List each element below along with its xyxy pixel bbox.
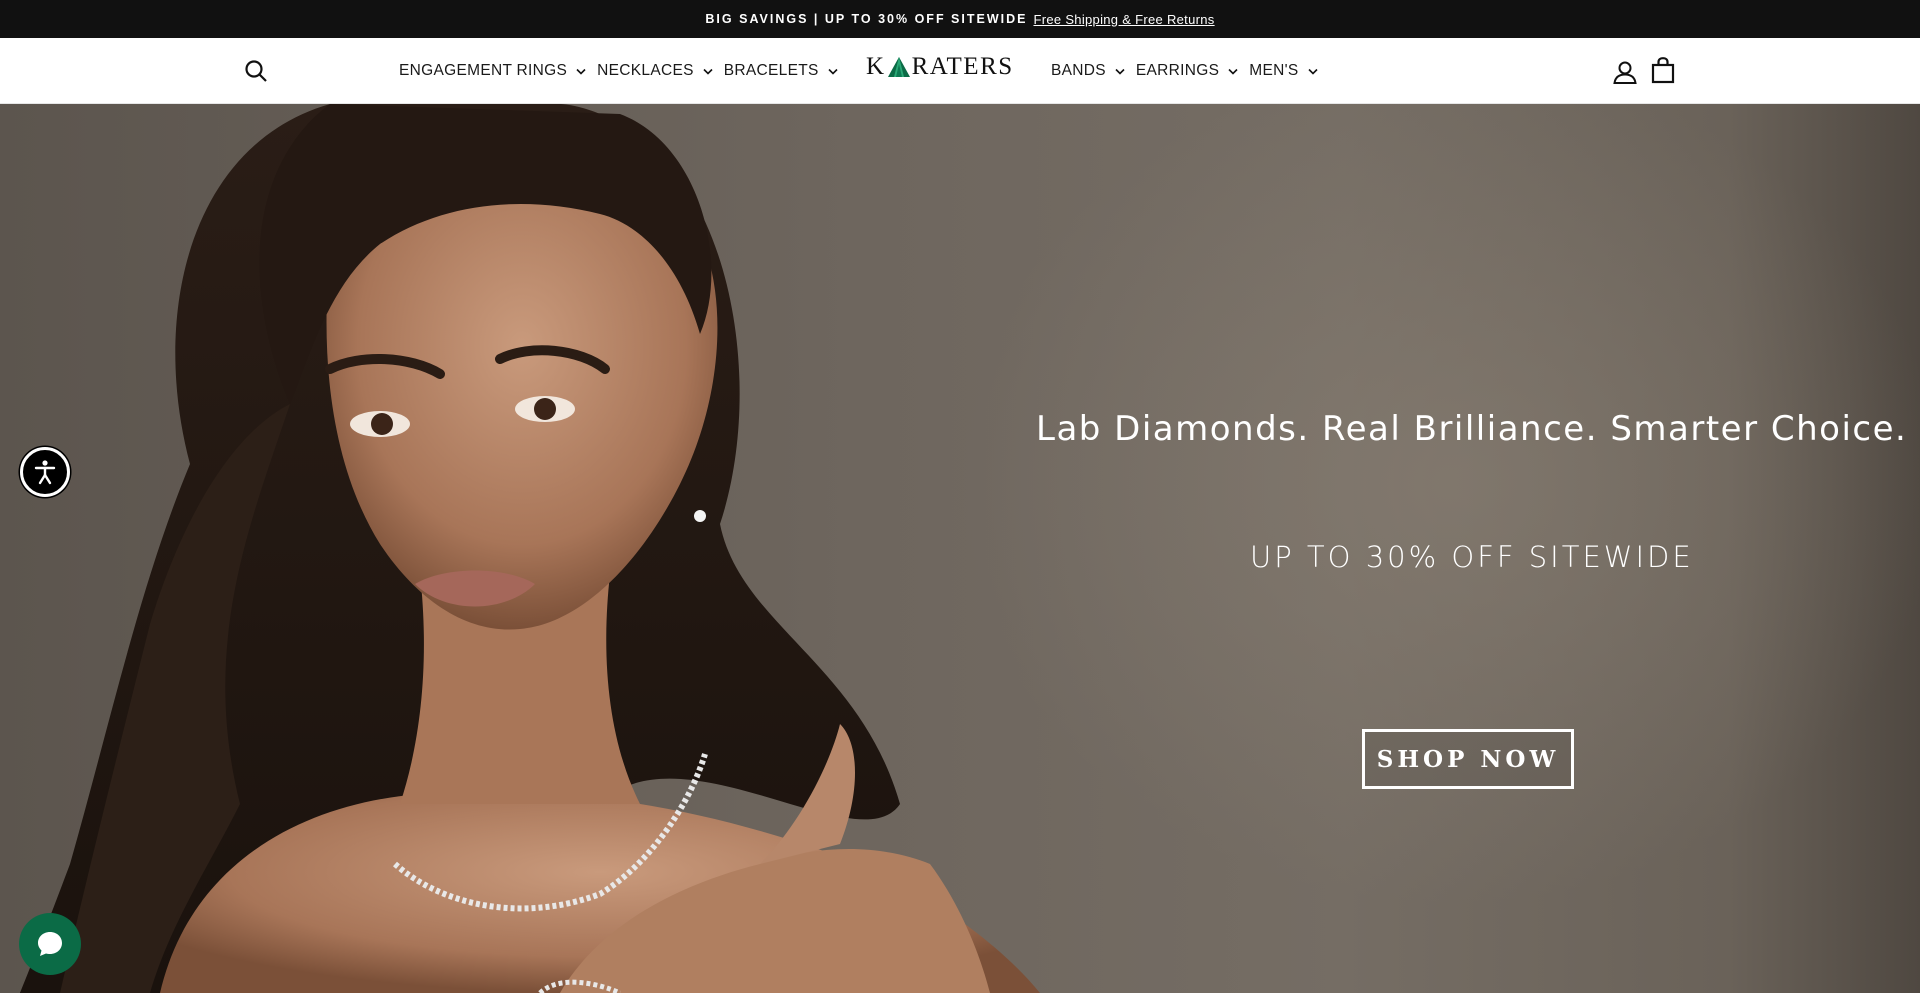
chevron-down-icon (576, 68, 586, 75)
nav-left: ENGAGEMENT RINGS NECKLACES BRACELETS (399, 38, 838, 104)
chevron-down-icon (1115, 68, 1125, 75)
search-button[interactable] (244, 59, 268, 83)
chat-button[interactable] (19, 913, 81, 975)
nav-engagement-rings[interactable]: ENGAGEMENT RINGS (399, 62, 586, 80)
account-icon (1613, 61, 1637, 84)
chat-icon (38, 932, 62, 956)
shop-now-button[interactable]: SHOP NOW (1362, 729, 1574, 789)
hero-model-image (20, 104, 1040, 993)
nav-bands[interactable]: BANDS (1051, 62, 1125, 80)
brand-logo[interactable]: K RATERS (866, 51, 1014, 83)
hero-headline: Lab Diamonds. Real Brilliance. Smarter C… (1036, 409, 1908, 449)
accessibility-icon (34, 460, 56, 485)
chevron-down-icon (703, 68, 713, 75)
cart-button[interactable] (1651, 57, 1675, 84)
account-button[interactable] (1612, 59, 1638, 85)
search-icon (245, 60, 267, 82)
free-shipping-link[interactable]: Free Shipping & Free Returns (1033, 12, 1214, 27)
announcement-text: BIG SAVINGS | UP TO 30% OFF SITEWIDE (705, 12, 1028, 26)
hero-subhead: UP TO 30% OFF SITEWIDE (1250, 540, 1694, 574)
nav-earrings[interactable]: EARRINGS (1136, 62, 1238, 80)
nav-bracelets[interactable]: BRACELETS (724, 62, 838, 80)
announcement-bar: BIG SAVINGS | UP TO 30% OFF SITEWIDE Fre… (0, 0, 1920, 38)
site-header: ENGAGEMENT RINGS NECKLACES BRACELETS K R… (0, 38, 1920, 104)
chevron-down-icon (828, 68, 838, 75)
chevron-down-icon (1307, 68, 1318, 75)
hero-banner[interactable]: Lab Diamonds. Real Brilliance. Smarter C… (0, 104, 1920, 993)
cart-icon (1651, 57, 1675, 84)
diamond-logo-icon (887, 57, 910, 77)
nav-necklaces[interactable]: NECKLACES (597, 62, 713, 80)
accessibility-button[interactable] (20, 447, 70, 497)
chevron-down-icon (1228, 68, 1238, 75)
nav-mens[interactable]: MEN'S (1249, 62, 1318, 80)
nav-right: BANDS EARRINGS MEN'S (1051, 38, 1318, 104)
